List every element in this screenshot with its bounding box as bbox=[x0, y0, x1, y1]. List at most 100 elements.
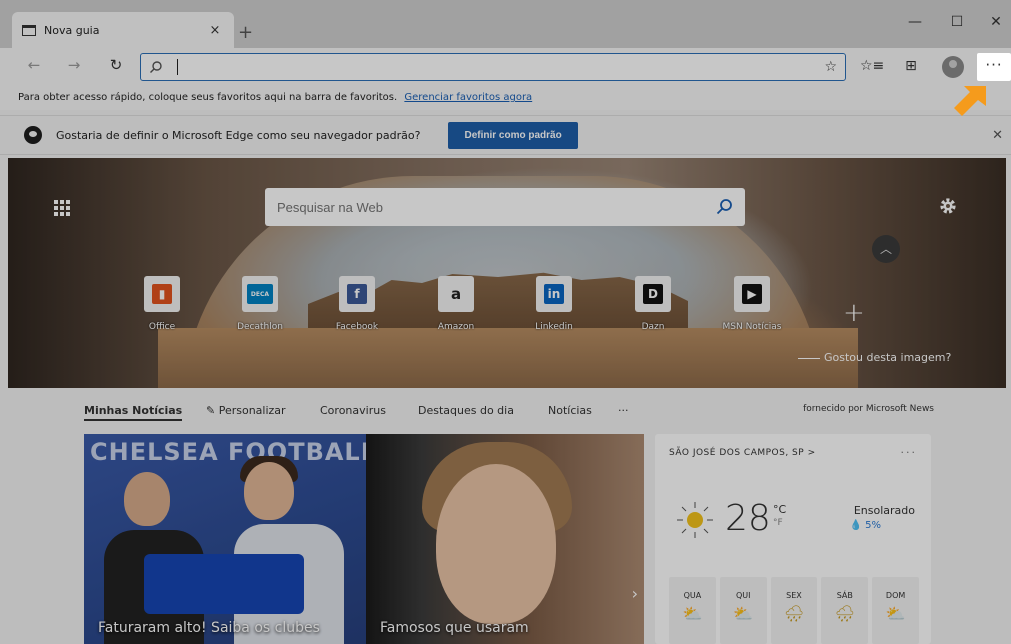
office-icon: ▮ bbox=[152, 284, 172, 304]
forecast-day[interactable]: SEX 🌧 bbox=[770, 577, 818, 644]
browser-window: Nova guia × + — ☐ ✕ ← → ↻ ☆ ☆≡ ⊞ ··· Par… bbox=[0, 0, 1011, 644]
news-tab-my-news[interactable]: Minhas Notícias bbox=[84, 404, 183, 421]
forecast-days: QUA ⛅ QUI ⛅ SEX 🌧 SÁB 🌧 DOM ⛅ bbox=[669, 577, 919, 644]
set-default-button[interactable]: Definir como padrão bbox=[448, 121, 578, 149]
close-window-button[interactable]: ✕ bbox=[981, 14, 1011, 30]
rain-icon: 🌧 bbox=[834, 604, 855, 623]
new-tab-button[interactable]: + bbox=[238, 22, 253, 43]
tab-title: Nova guia bbox=[44, 23, 100, 37]
minimize-button[interactable]: — bbox=[900, 14, 930, 30]
search-icon bbox=[150, 61, 162, 73]
news-tab-personalize[interactable]: ✎ Personalizar bbox=[206, 404, 286, 417]
toolbar: ← → ↻ ☆ ☆≡ ⊞ ··· bbox=[0, 48, 1011, 86]
background-ground bbox=[158, 328, 858, 388]
text-cursor bbox=[177, 59, 178, 75]
tab-strip: Nova guia × + — ☐ ✕ bbox=[0, 0, 1011, 48]
weather-more-icon[interactable]: ··· bbox=[901, 446, 918, 459]
address-input[interactable] bbox=[182, 60, 825, 74]
search-icon[interactable] bbox=[715, 198, 733, 216]
forecast-day[interactable]: DOM ⛅ bbox=[872, 577, 919, 644]
edge-logo-icon bbox=[24, 126, 42, 144]
quick-link-decathlon[interactable]: DECA Decathlon bbox=[220, 276, 300, 332]
card-image-face bbox=[436, 464, 556, 624]
card-image-brand: CHELSEA FOOTBALL C bbox=[90, 438, 366, 466]
favorites-icon[interactable]: ☆≡ bbox=[860, 58, 884, 74]
news-headline[interactable]: Faturaram alto! Saiba os clubes bbox=[98, 620, 320, 636]
news-tab-more[interactable]: ··· bbox=[618, 404, 629, 417]
collections-icon[interactable]: ⊞ bbox=[900, 58, 922, 74]
apps-launcher-icon[interactable] bbox=[54, 200, 70, 216]
next-chevron-right-icon[interactable]: › bbox=[632, 584, 638, 603]
maximize-button[interactable]: ☐ bbox=[942, 14, 972, 30]
quick-link-label: Decathlon bbox=[237, 322, 283, 332]
quick-link-label: Dazn bbox=[641, 322, 665, 332]
quick-link-linkedin[interactable]: in Linkedin bbox=[514, 276, 594, 332]
back-button[interactable]: ← bbox=[22, 56, 46, 74]
web-search-box[interactable] bbox=[265, 188, 745, 226]
settings-and-more-button[interactable]: ··· bbox=[977, 53, 1011, 81]
default-bar-close-icon[interactable]: ✕ bbox=[992, 128, 1003, 143]
partly-cloudy-icon: ⛅ bbox=[885, 604, 906, 623]
default-browser-bar: Gostaria de definir o Microsoft Edge com… bbox=[0, 115, 1011, 155]
weather-location[interactable]: SÃO JOSÉ DOS CAMPOS, SP > bbox=[669, 448, 816, 458]
tab-favicon-icon bbox=[22, 24, 36, 36]
tab-new[interactable]: Nova guia × bbox=[12, 12, 234, 48]
collapse-chevron-up-icon[interactable]: ︿ bbox=[872, 235, 900, 263]
partly-cloudy-icon: ⛅ bbox=[682, 604, 703, 623]
default-browser-message: Gostaria de definir o Microsoft Edge com… bbox=[56, 128, 421, 142]
add-favorite-star-icon[interactable]: ☆ bbox=[824, 59, 837, 75]
quick-link-msn-noticias[interactable]: ▶ MSN Notícias bbox=[712, 276, 792, 332]
card-image-face bbox=[244, 462, 294, 520]
news-tab-news[interactable]: Notícias bbox=[548, 404, 592, 417]
like-image-link[interactable]: Gostou desta imagem? bbox=[798, 351, 951, 364]
quick-link-label: Linkedin bbox=[535, 322, 573, 332]
refresh-button[interactable]: ↻ bbox=[104, 56, 128, 74]
new-tab-hero: ︿ ▮ Office DECA Decathlon f Facebook a A… bbox=[8, 158, 1006, 388]
add-quick-link-plus-icon[interactable]: + bbox=[843, 298, 865, 328]
forecast-day[interactable]: SÁB 🌧 bbox=[821, 577, 869, 644]
quick-link-label: Amazon bbox=[437, 322, 475, 332]
highlight-arrow-icon bbox=[954, 86, 986, 116]
favorites-bar-message: Para obter acesso rápido, coloque seus f… bbox=[18, 92, 398, 103]
page-settings-gear-icon[interactable] bbox=[938, 196, 958, 216]
rain-icon: 🌧 bbox=[783, 604, 805, 623]
forward-button[interactable]: → bbox=[62, 56, 86, 74]
partly-cloudy-icon: ⛅ bbox=[733, 604, 754, 623]
sunny-icon bbox=[677, 502, 713, 538]
news-provider-label: fornecido por Microsoft News bbox=[803, 404, 934, 414]
rain-chance: 💧 5% bbox=[849, 520, 882, 531]
news-card[interactable]: CHELSEA FOOTBALL C Faturaram alto! Saiba… bbox=[84, 434, 366, 644]
profile-avatar[interactable] bbox=[942, 56, 964, 78]
msn-icon: ▶ bbox=[742, 284, 762, 304]
unit-celsius[interactable]: °C bbox=[773, 504, 786, 515]
manage-favorites-link[interactable]: Gerenciar favoritos agora bbox=[404, 92, 532, 103]
news-headline[interactable]: Famosos que usaram bbox=[380, 620, 529, 636]
news-tab-highlights[interactable]: Destaques do dia bbox=[418, 404, 514, 417]
weather-temperature: 28 bbox=[725, 498, 771, 539]
tab-close-icon[interactable]: × bbox=[206, 23, 224, 38]
quick-link-label: Facebook bbox=[335, 322, 379, 332]
quick-link-label: Office bbox=[148, 322, 176, 332]
facebook-icon: f bbox=[347, 284, 367, 304]
favorites-bar: Para obter acesso rápido, coloque seus f… bbox=[0, 86, 1011, 110]
card-image-shirt bbox=[144, 554, 304, 614]
linkedin-icon: in bbox=[544, 284, 564, 304]
unit-fahrenheit[interactable]: °F bbox=[773, 518, 783, 528]
weather-card[interactable]: SÃO JOSÉ DOS CAMPOS, SP > ··· 28 °C °F E… bbox=[655, 434, 931, 644]
quick-link-facebook[interactable]: f Facebook bbox=[317, 276, 397, 332]
card-image-face bbox=[124, 472, 170, 526]
decathlon-icon: DECA bbox=[247, 284, 273, 304]
news-card[interactable]: › Famosos que usaram bbox=[366, 434, 644, 644]
news-tab-coronavirus[interactable]: Coronavirus bbox=[320, 404, 386, 417]
news-feed: Minhas Notícias ✎ Personalizar Coronavir… bbox=[0, 388, 1011, 644]
forecast-day[interactable]: QUA ⛅ bbox=[669, 577, 716, 644]
dazn-icon: D bbox=[643, 284, 663, 304]
forecast-day[interactable]: QUI ⛅ bbox=[719, 577, 767, 644]
quick-link-dazn[interactable]: D Dazn bbox=[613, 276, 693, 332]
address-bar[interactable]: ☆ bbox=[140, 53, 846, 81]
web-search-input[interactable] bbox=[277, 199, 715, 215]
quick-link-label: MSN Notícias bbox=[722, 322, 782, 332]
amazon-icon: a bbox=[450, 285, 462, 303]
quick-link-office[interactable]: ▮ Office bbox=[122, 276, 202, 332]
quick-link-amazon[interactable]: a Amazon bbox=[416, 276, 496, 332]
